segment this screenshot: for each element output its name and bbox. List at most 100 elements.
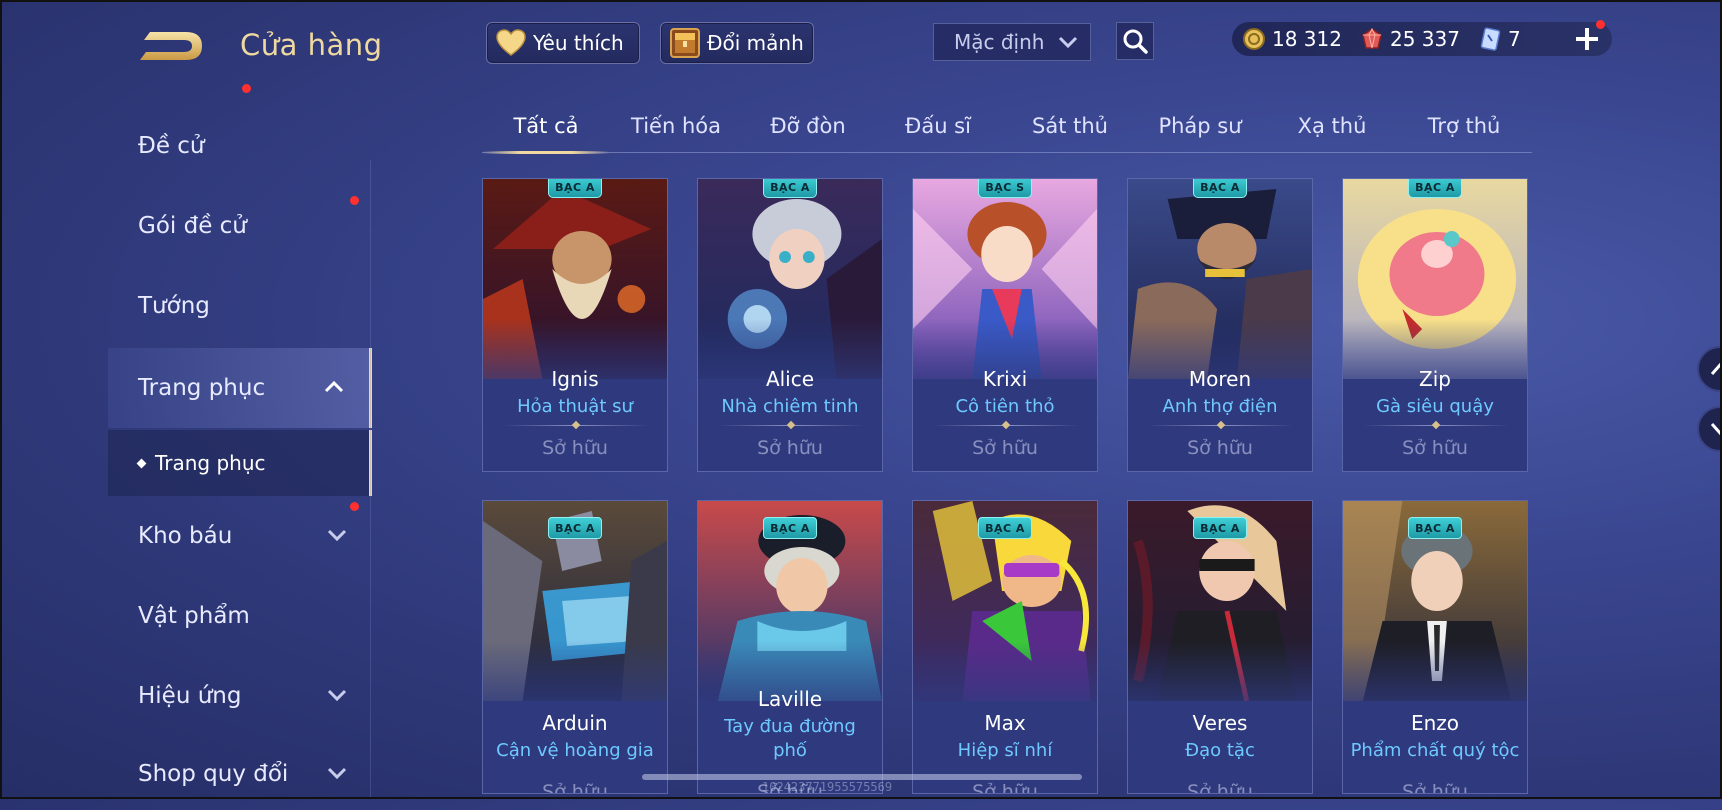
- scroll-up-button[interactable]: [1697, 346, 1722, 392]
- back-button[interactable]: [136, 26, 208, 66]
- scroll-down-button[interactable]: [1697, 406, 1722, 452]
- sidebar-subitem-label: Trang phục: [155, 451, 266, 475]
- sidebar-item-vat-pham[interactable]: Vật phẩm: [108, 580, 372, 652]
- active-tab-indicator: [482, 151, 610, 154]
- favorite-label: Yêu thích: [533, 31, 624, 55]
- treasure-chest-icon: [669, 27, 701, 59]
- sort-value: Mặc định: [954, 30, 1045, 54]
- sidebar-item-de-cu[interactable]: Đề cử: [108, 110, 372, 182]
- chevron-down-icon: [1710, 423, 1722, 436]
- skin-card-krixi[interactable]: BẠC S Krixi Cô tiên thỏ Sở hữu: [912, 178, 1098, 472]
- shard-exchange-label: Đổi mảnh: [707, 31, 804, 55]
- sidebar-item-shop-quy-doi[interactable]: Shop quy đổi: [108, 738, 372, 810]
- sidebar-item-hieu-ung[interactable]: Hiệu ứng: [108, 660, 372, 732]
- card-fade: [483, 641, 667, 721]
- owned-status: Sở hữu: [1402, 437, 1468, 459]
- card-divider: [718, 425, 864, 426]
- owned-status: Sở hữu: [542, 781, 608, 794]
- chevron-down-icon: [1058, 36, 1078, 48]
- tab-tat-ca[interactable]: Tất cả: [513, 114, 578, 138]
- skin-name-line1: Tay đua đường: [724, 716, 856, 737]
- skin-name: Hiệp sĩ nhí: [957, 740, 1053, 761]
- notification-dot: [242, 84, 251, 93]
- gold-currency: 18 312: [1242, 27, 1342, 51]
- card-fade: [1128, 641, 1312, 721]
- hero-name: Krixi: [982, 367, 1028, 391]
- shard-exchange-button[interactable]: Đổi mảnh: [660, 22, 814, 64]
- hero-name: Veres: [1192, 711, 1248, 735]
- gem-currency: 25 337: [1360, 27, 1460, 51]
- tier-badge: BẠC A: [548, 179, 602, 198]
- tier-badge: BẠC A: [1193, 179, 1247, 198]
- skin-card-enzo[interactable]: BẠC A Enzo Phẩm chất quý tộc Sở hữu: [1342, 500, 1528, 794]
- tab-label: Đấu sĩ: [905, 114, 971, 138]
- skin-name: Hỏa thuật sư: [517, 396, 633, 417]
- skin-card-moren[interactable]: BẠC A Moren Anh thợ điện Sở hữu: [1127, 178, 1313, 472]
- owned-status: Sở hữu: [1187, 437, 1253, 459]
- blue-card-icon: [1478, 27, 1502, 51]
- sidebar-item-trang-phuc[interactable]: Trang phục: [108, 348, 372, 428]
- gold-coin-icon: [1242, 27, 1266, 51]
- skin-name: Gà siêu quậy: [1376, 396, 1494, 417]
- skin-card-veres[interactable]: BẠC A Veres Đạo tặc Sở hữu: [1127, 500, 1313, 794]
- skin-card-ignis[interactable]: BẠC A Ignis Hỏa thuật sư Sở hữu: [482, 178, 668, 472]
- owned-status: Sở hữu: [542, 437, 608, 459]
- skin-name: Anh thợ điện: [1162, 396, 1278, 417]
- tab-label: Tiến hóa: [631, 114, 721, 138]
- owned-status: Sở hữu: [757, 437, 823, 459]
- tier-badge: BẠC A: [1408, 179, 1462, 198]
- owned-status: Sở hữu: [1402, 781, 1468, 794]
- tier-badge: BẠC S: [978, 179, 1032, 198]
- red-gem-icon: [1360, 27, 1384, 51]
- sidebar-divider: [370, 160, 371, 799]
- skin-name: Nhà chiêm tinh: [721, 396, 859, 417]
- sidebar-item-kho-bau[interactable]: Kho báu: [108, 500, 372, 572]
- sort-dropdown[interactable]: Mặc định: [933, 23, 1091, 61]
- card-divider: [503, 425, 649, 426]
- sidebar: Đề cử Gói đề cử Tướng Trang phục Trang p…: [108, 84, 372, 799]
- skin-card-max[interactable]: BẠC A Max Hiệp sĩ nhí Sở hữu: [912, 500, 1098, 794]
- card-fade: [1343, 641, 1527, 721]
- notification-dot: [350, 196, 359, 205]
- tab-tro-thu[interactable]: Trợ thủ: [1428, 114, 1501, 138]
- sidebar-subitem-trang-phuc[interactable]: Trang phục: [108, 430, 372, 496]
- plus-icon: [1576, 28, 1598, 50]
- hero-name: Laville: [757, 687, 823, 711]
- skin-card-zip[interactable]: BẠC A Zip Gà siêu quậy Sở hữu: [1342, 178, 1528, 472]
- hero-name: Moren: [1188, 367, 1252, 391]
- heart-icon: [495, 27, 527, 59]
- tab-dau-si[interactable]: Đấu sĩ: [905, 114, 971, 138]
- skin-card-alice[interactable]: BẠC A Alice Nhà chiêm tinh Sở hữu: [697, 178, 883, 472]
- tab-sat-thu[interactable]: Sát thủ: [1032, 114, 1108, 138]
- tab-tien-hoa[interactable]: Tiến hóa: [631, 114, 721, 138]
- gem-amount: 25 337: [1389, 27, 1460, 51]
- sidebar-item-label: Đề cử: [138, 133, 205, 159]
- sidebar-item-label: Gói đề cử: [138, 213, 247, 239]
- skin-card-laville[interactable]: BẠC A Laville Tay đua đường phố Sở hữu: [697, 500, 883, 794]
- search-button[interactable]: [1116, 22, 1154, 60]
- owned-status: Sở hữu: [972, 781, 1038, 794]
- skin-name: Cận vệ hoàng gia: [496, 740, 654, 761]
- sidebar-item-label: Hiệu ứng: [138, 683, 242, 709]
- skin-name: Cô tiên thỏ: [955, 396, 1055, 417]
- tab-label: Pháp sư: [1158, 114, 1242, 138]
- tier-badge: BẠC A: [978, 517, 1032, 539]
- chevron-down-icon: [327, 689, 347, 702]
- skin-name: Đạo tặc: [1185, 740, 1255, 761]
- notification-dot: [1596, 20, 1605, 29]
- hero-name: Arduin: [542, 711, 608, 735]
- tier-badge: BẠC A: [1193, 517, 1247, 539]
- hero-name: Zip: [1419, 367, 1451, 391]
- sidebar-item-goi-de-cu[interactable]: Gói đề cử: [108, 84, 372, 262]
- card-currency: 7: [1478, 27, 1521, 51]
- card-divider: [1363, 425, 1509, 426]
- tab-xa-thu[interactable]: Xạ thủ: [1298, 114, 1367, 138]
- sidebar-item-tuong[interactable]: Tướng: [108, 270, 372, 342]
- skin-card-arduin[interactable]: BẠC A Arduin Cận vệ hoàng gia Sở hữu: [482, 500, 668, 794]
- tab-label: Đỡ đòn: [770, 114, 846, 138]
- card-amount: 7: [1507, 27, 1521, 51]
- chevron-down-icon: [327, 529, 347, 542]
- tab-phap-su[interactable]: Pháp sư: [1158, 114, 1241, 138]
- tab-do-don[interactable]: Đỡ đòn: [770, 114, 845, 138]
- favorite-button[interactable]: Yêu thích: [486, 22, 640, 64]
